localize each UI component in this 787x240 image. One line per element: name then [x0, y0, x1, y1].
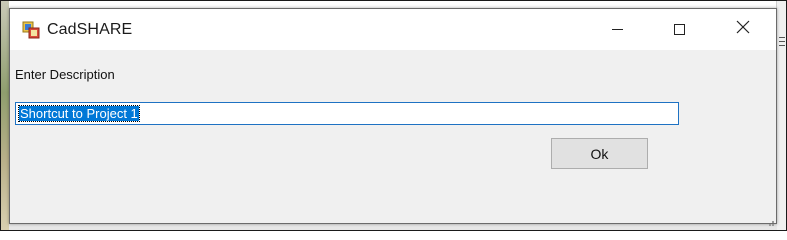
- cadshare-app-icon: [22, 21, 40, 39]
- scrollbar-tick: [779, 45, 785, 46]
- title-bar[interactable]: CadSHARE: [10, 9, 776, 50]
- close-button[interactable]: [712, 9, 774, 50]
- screenshot-frame: CadSHARE Enter Description Shortcut to P…: [0, 0, 787, 231]
- description-label: Enter Description: [15, 67, 115, 82]
- window-title: CadSHARE: [47, 21, 133, 38]
- background-app-bottom: [9, 224, 777, 230]
- background-app-edge: [1, 1, 9, 230]
- minimize-button[interactable]: [586, 9, 648, 50]
- resize-grip-icon[interactable]: [766, 213, 774, 226]
- background-scrollbar-edge: [776, 1, 786, 230]
- description-input[interactable]: Shortcut to Project 1: [15, 102, 679, 125]
- ok-button[interactable]: Ok: [551, 138, 648, 169]
- maximize-icon: [673, 24, 685, 35]
- scrollbar-tick: [779, 37, 785, 38]
- minimize-icon: [611, 29, 623, 30]
- description-dialog: CadSHARE Enter Description Shortcut to P…: [9, 8, 777, 226]
- maximize-button[interactable]: [648, 9, 710, 50]
- scrollbar-tick: [779, 41, 785, 42]
- close-icon: [736, 20, 750, 39]
- selected-description-text: Shortcut to Project 1: [18, 105, 140, 122]
